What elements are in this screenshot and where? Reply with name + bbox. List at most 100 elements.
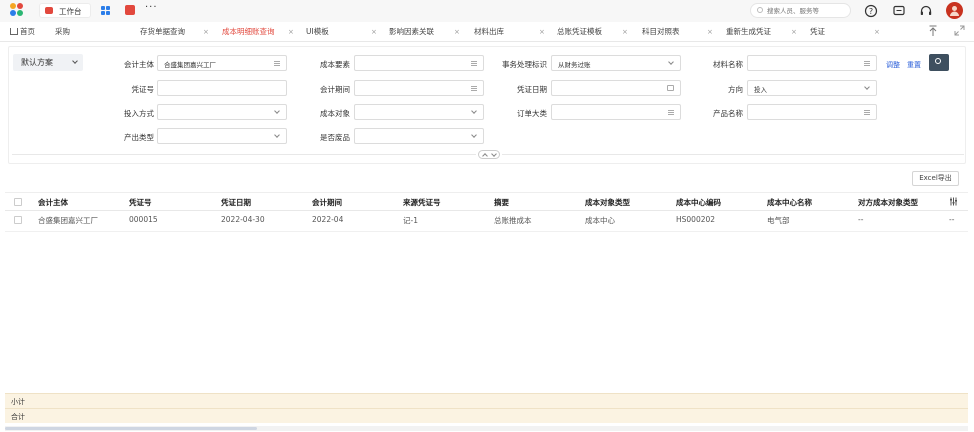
list-picker-icon[interactable] [274, 61, 280, 66]
col-header[interactable]: 会计期间 [312, 197, 342, 208]
tab-close-icon[interactable]: × [203, 22, 209, 42]
fullscreen-icon[interactable] [954, 25, 965, 39]
row-checkbox[interactable] [14, 216, 22, 224]
tab-close-icon[interactable]: × [707, 22, 713, 42]
tab-factor-link[interactable]: 影响因素关联 × [389, 22, 460, 42]
tab-home[interactable]: 首页 [10, 22, 35, 42]
tab-cost-ledger-query[interactable]: 成本明细账查询 × [222, 22, 297, 42]
scroll-top-icon[interactable] [928, 25, 938, 40]
process-flag-select[interactable]: 从财务过账 [551, 55, 681, 71]
divider [502, 154, 964, 155]
calendar-icon[interactable] [667, 85, 674, 91]
col-header[interactable]: 摘要 [494, 197, 509, 208]
tab-purchase[interactable]: 采购 [55, 22, 70, 42]
col-header[interactable]: 成本中心编码 [676, 197, 721, 208]
workbench-icon [45, 7, 53, 14]
cell-voucher-date: 2022-04-30 [221, 215, 265, 224]
scheme-select[interactable]: 默认方案 [13, 54, 83, 71]
tab-material-issue[interactable]: 材料出库 × [474, 22, 545, 42]
cell-counter-cost-object-type: -- [858, 215, 864, 224]
direction-value: 投入 [754, 86, 767, 94]
help-icon[interactable]: ? [864, 4, 878, 18]
tab-label: 总账凭证模板 [557, 27, 602, 36]
cell-cost-center-name: 电气部 [767, 216, 790, 225]
tab-gl-voucher-template[interactable]: 总账凭证模板 × [557, 22, 628, 42]
list-picker-icon[interactable] [864, 110, 870, 115]
global-search[interactable] [750, 3, 851, 18]
apps-grid-icon[interactable] [101, 6, 110, 15]
input-mode-label: 投入方式 [124, 109, 154, 118]
tab-inventory-doc-query[interactable]: 存货单据查询 × [140, 22, 209, 42]
global-search-input[interactable] [767, 5, 847, 16]
select-all-checkbox[interactable] [14, 198, 22, 206]
tab-close-icon[interactable]: × [454, 22, 460, 42]
tab-label: 存货单据查询 [140, 27, 185, 36]
scrollbar-thumb[interactable] [5, 427, 257, 430]
tab-close-icon[interactable]: × [622, 22, 628, 42]
direction-select[interactable]: 投入 [747, 80, 877, 96]
chevron-down-icon [274, 108, 280, 114]
tab-label: 凭证 [810, 27, 825, 36]
col-header[interactable]: 成本中心名称 [767, 197, 812, 208]
adjust-link[interactable]: 调整 [886, 60, 900, 70]
workbench-button[interactable]: 工作台 [39, 3, 91, 18]
more-menu-button[interactable]: ··· [145, 2, 158, 13]
tab-close-icon[interactable]: × [791, 22, 797, 42]
reset-link[interactable]: 重置 [907, 60, 921, 70]
horizontal-scrollbar[interactable] [5, 426, 968, 431]
app-logo-icon[interactable] [10, 3, 24, 17]
list-picker-icon[interactable] [471, 61, 477, 66]
collapse-filter-toggle[interactable] [478, 150, 500, 159]
col-header[interactable]: 来源凭证号 [403, 197, 441, 208]
period-field[interactable] [354, 80, 484, 96]
top-bar: 工作台 ··· ? [0, 0, 974, 22]
tab-close-icon[interactable]: × [288, 22, 294, 42]
cell-voucher-no: 000015 [129, 215, 158, 224]
cost-object-label: 成本对象 [320, 109, 350, 118]
order-category-field[interactable] [551, 104, 681, 120]
chevron-down-icon [668, 59, 674, 65]
tab-close-icon[interactable]: × [371, 22, 377, 42]
chevron-down-icon [491, 151, 497, 157]
cost-object-select[interactable] [354, 104, 484, 120]
col-header[interactable]: 对方成本对象类型 [858, 197, 918, 208]
col-header[interactable]: 成本对象类型 [585, 197, 630, 208]
tab-close-icon[interactable]: × [874, 22, 880, 42]
list-picker-icon[interactable] [668, 110, 674, 115]
is-waste-select[interactable] [354, 128, 484, 144]
tab-regenerate-voucher[interactable]: 重新生成凭证 × [726, 22, 797, 42]
chevron-down-icon [274, 132, 280, 138]
list-picker-icon[interactable] [471, 86, 477, 91]
col-header[interactable]: 凭证日期 [221, 197, 251, 208]
chevron-down-icon [471, 108, 477, 114]
app-shortcut-icon[interactable] [125, 5, 135, 15]
voucher-date-field[interactable] [551, 80, 681, 96]
output-type-select[interactable] [157, 128, 287, 144]
col-header[interactable]: 会计主体 [38, 197, 68, 208]
entity-field[interactable]: 合盛集团嘉兴工厂 [157, 55, 287, 71]
table-row[interactable]: 合盛集团嘉兴工厂 000015 2022-04-30 2022-04 记-1 总… [5, 211, 968, 232]
message-icon[interactable] [892, 4, 906, 18]
input-mode-select[interactable] [157, 104, 287, 120]
cost-element-label: 成本要素 [320, 60, 350, 69]
scheme-label: 默认方案 [21, 58, 53, 67]
tab-close-icon[interactable]: × [539, 22, 545, 42]
tab-label: 成本明细账查询 [222, 27, 275, 36]
excel-export-button[interactable]: Excel导出 [912, 171, 959, 186]
cell-source-voucher: 记-1 [403, 216, 418, 225]
tab-ui-template[interactable]: UI模板 × [306, 22, 378, 42]
col-header[interactable]: 凭证号 [129, 197, 152, 208]
product-name-field[interactable] [747, 104, 877, 120]
cost-element-field[interactable] [354, 55, 484, 71]
voucher-no-field[interactable] [157, 80, 287, 96]
material-name-field[interactable] [747, 55, 877, 71]
tab-account-mapping[interactable]: 科目对照表 × [642, 22, 713, 42]
output-type-label: 产出类型 [124, 133, 154, 142]
column-settings-icon[interactable] [949, 197, 958, 208]
headset-icon[interactable] [919, 4, 933, 18]
user-avatar[interactable] [946, 2, 963, 19]
list-picker-icon[interactable] [864, 61, 870, 66]
is-waste-label: 是否废品 [320, 133, 350, 142]
tab-voucher[interactable]: 凭证 × [810, 22, 880, 42]
query-button[interactable] [929, 54, 949, 71]
